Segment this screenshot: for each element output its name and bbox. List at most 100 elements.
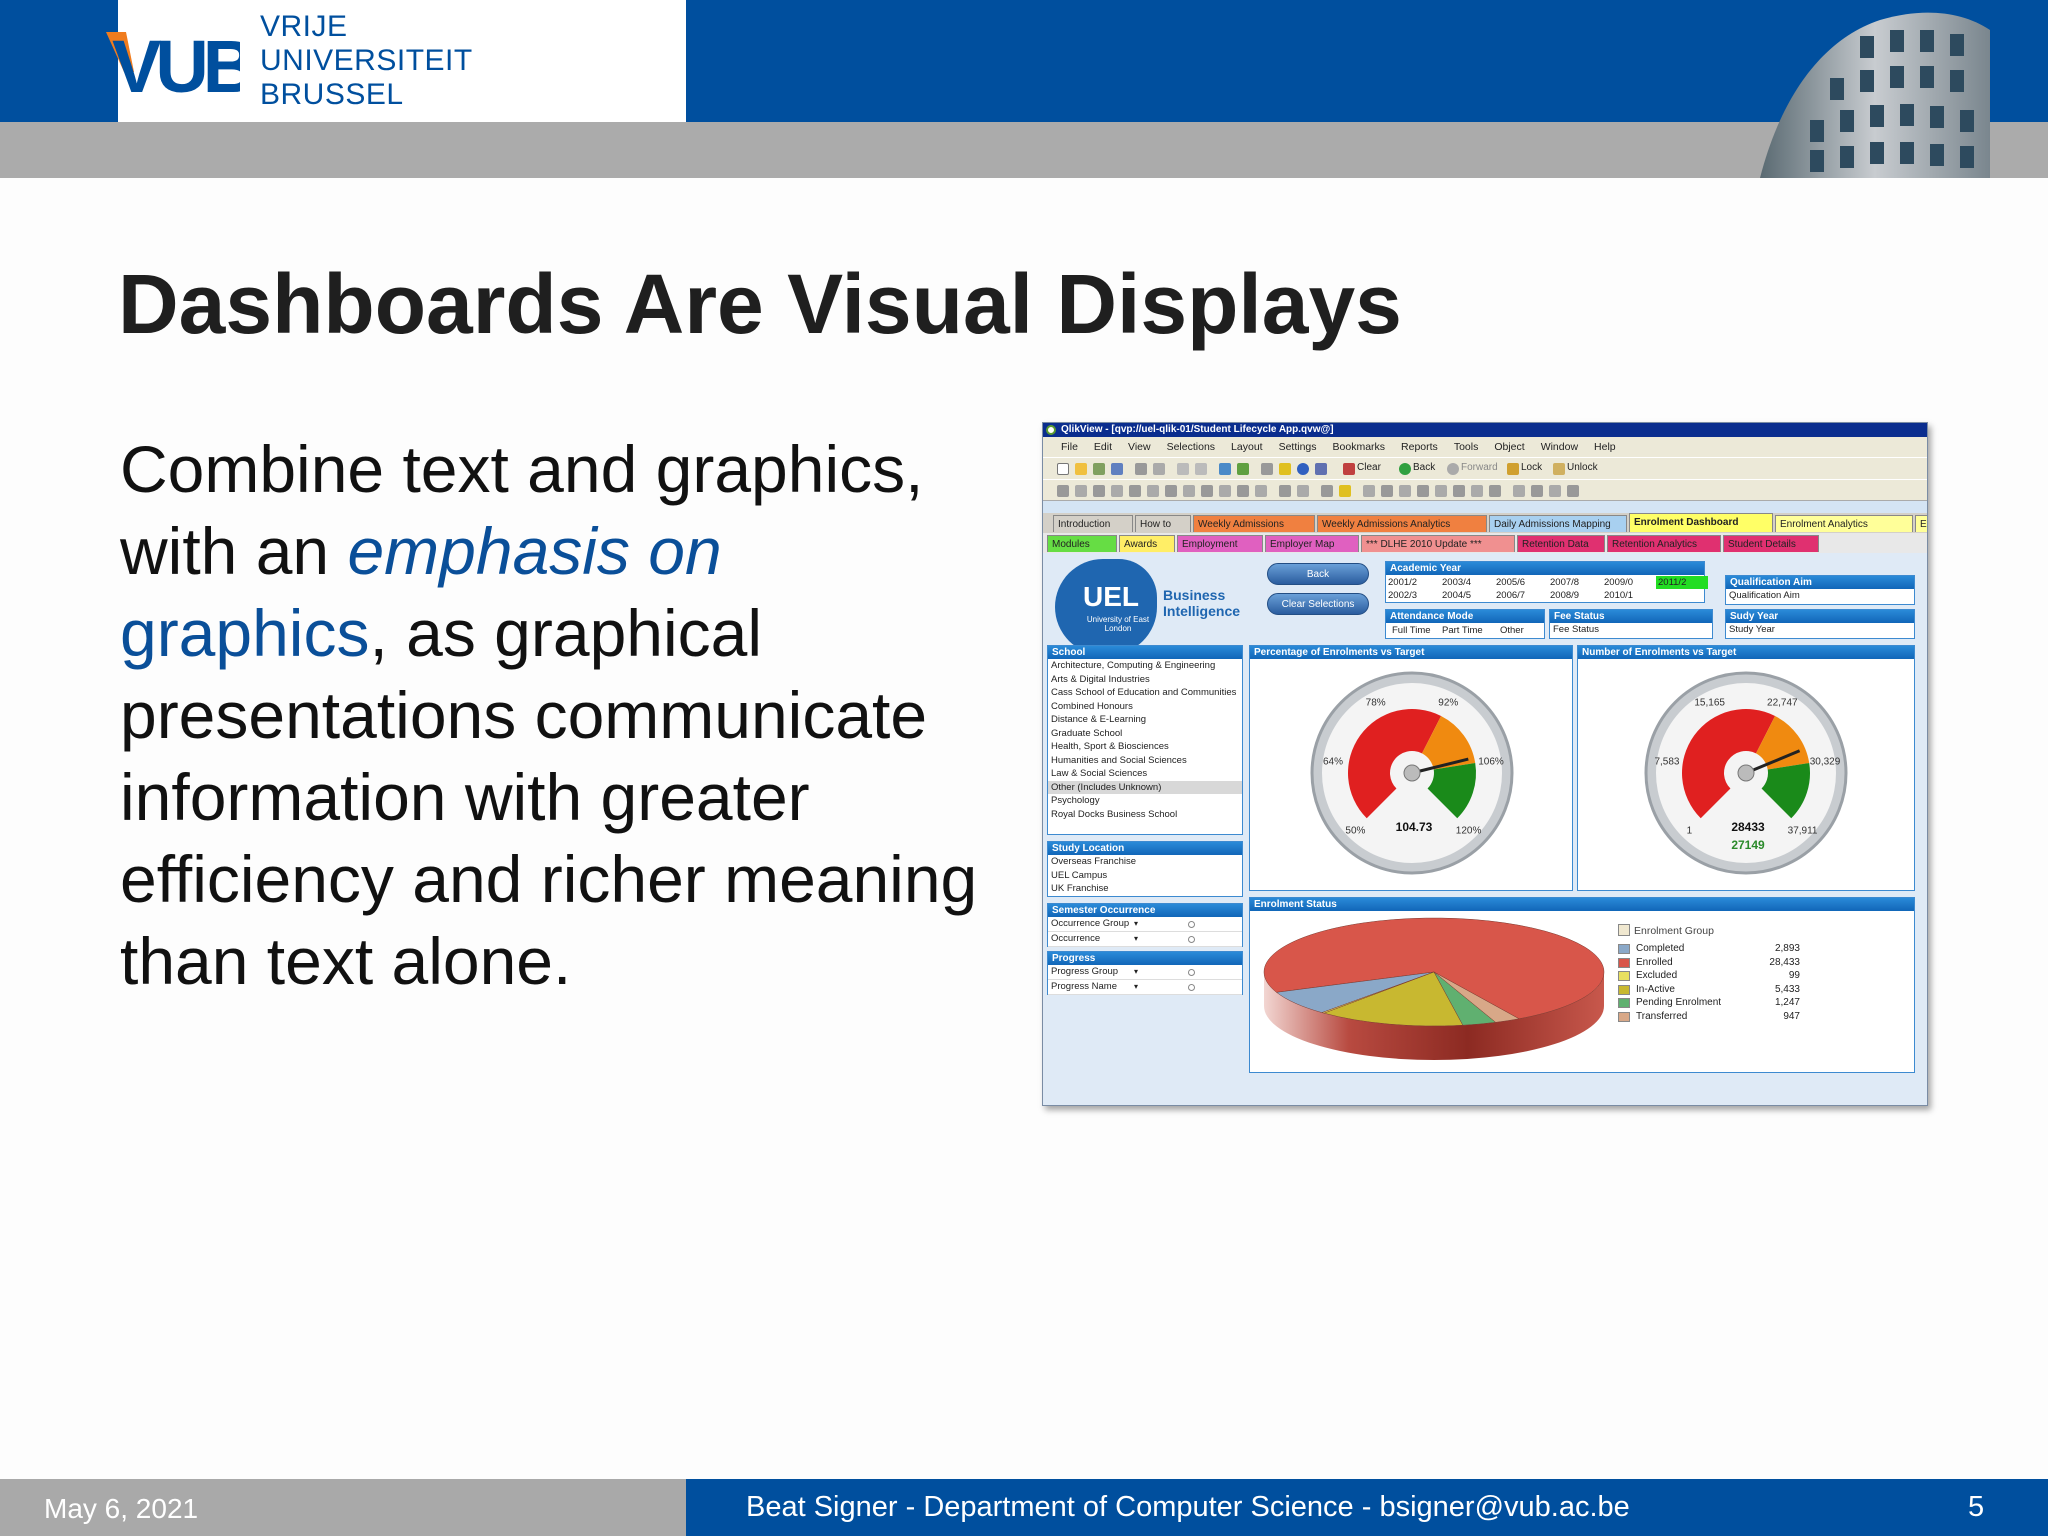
school-item[interactable]: Humanities and Social Sciences xyxy=(1048,754,1242,768)
enrolment-status-chart[interactable]: Enrolment Status Enrolment Group Complet… xyxy=(1249,897,1915,1073)
attendance-option[interactable]: Other xyxy=(1500,624,1524,637)
selections-icon[interactable] xyxy=(1237,463,1249,475)
design-tool-icon[interactable] xyxy=(1057,485,1069,497)
help-icon[interactable] xyxy=(1297,463,1309,475)
legend-item[interactable]: Pending Enrolment 1,247 xyxy=(1618,996,1818,1010)
fee-status-field[interactable]: Fee Status xyxy=(1550,623,1712,637)
unlock-button-label[interactable]: Unlock xyxy=(1567,462,1598,473)
forward-button-label[interactable]: Forward xyxy=(1461,462,1498,473)
dropdown-icon[interactable]: ▾ xyxy=(1134,917,1138,931)
back-button[interactable]: Back xyxy=(1267,563,1369,585)
legend-item[interactable]: Excluded 99 xyxy=(1618,969,1818,983)
study-location-item[interactable]: UK Franchise xyxy=(1048,882,1242,896)
design-tool-icon[interactable] xyxy=(1321,485,1333,497)
lock-button-label[interactable]: Lock xyxy=(1521,462,1542,473)
menu-tools[interactable]: Tools xyxy=(1454,441,1479,453)
align-icon[interactable] xyxy=(1549,485,1561,497)
design-tool-icon[interactable] xyxy=(1201,485,1213,497)
sheet-tab[interactable]: Retention Analytics xyxy=(1607,535,1721,552)
align-icon[interactable] xyxy=(1435,485,1447,497)
sheet-tab[interactable]: Introduction xyxy=(1053,515,1133,532)
attendance-option[interactable]: Part Time xyxy=(1442,624,1483,637)
study-year-field[interactable]: Study Year xyxy=(1726,623,1914,637)
menu-file[interactable]: File xyxy=(1061,441,1078,453)
school-item[interactable]: Combined Honours xyxy=(1048,700,1242,714)
clear-selections-button[interactable]: Clear Selections xyxy=(1267,593,1369,615)
year-cell[interactable]: 2010/1 xyxy=(1604,589,1633,602)
align-icon[interactable] xyxy=(1567,485,1579,497)
new-icon[interactable] xyxy=(1057,463,1069,475)
gauge-number-chart[interactable]: Number of Enrolments vs Target 1 7,583 15,… xyxy=(1577,645,1915,891)
align-icon[interactable] xyxy=(1489,485,1501,497)
legend-item[interactable]: Enrolled 28,433 xyxy=(1618,956,1818,970)
year-cell[interactable]: 2005/6 xyxy=(1496,576,1525,589)
sheet-tab[interactable]: Retention Data xyxy=(1517,535,1605,552)
menu-settings[interactable]: Settings xyxy=(1279,441,1317,453)
design-tool-icon[interactable] xyxy=(1147,485,1159,497)
design-tool-icon[interactable] xyxy=(1093,485,1105,497)
school-item[interactable]: Law & Social Sciences xyxy=(1048,767,1242,781)
clear-button-label[interactable]: Clear xyxy=(1357,462,1381,473)
sheet-tab[interactable]: *** DLHE 2010 Update *** xyxy=(1361,535,1515,552)
school-item[interactable]: Psychology xyxy=(1048,794,1242,808)
school-item[interactable]: Arts & Digital Industries xyxy=(1048,673,1242,687)
menu-bookmarks[interactable]: Bookmarks xyxy=(1333,441,1386,453)
year-cell[interactable]: 2004/5 xyxy=(1442,589,1471,602)
study-location-item[interactable]: UEL Campus xyxy=(1048,869,1242,883)
year-cell[interactable]: 2009/0 xyxy=(1604,576,1633,589)
sheet-tab[interactable]: Employment xyxy=(1177,535,1263,552)
radio-icon[interactable] xyxy=(1188,984,1195,991)
menu-window[interactable]: Window xyxy=(1541,441,1578,453)
design-tool-icon[interactable] xyxy=(1075,485,1087,497)
year-cell-selected[interactable]: 2011/2 xyxy=(1656,576,1708,589)
undo-icon[interactable] xyxy=(1177,463,1189,475)
gauge-percentage-chart[interactable]: Percentage of Enrolments vs Target 50% 64… xyxy=(1249,645,1573,891)
qualification-aim-field[interactable]: Qualification Aim xyxy=(1726,589,1914,603)
design-tool-icon[interactable] xyxy=(1297,485,1309,497)
unlock-icon[interactable] xyxy=(1553,463,1565,475)
menu-help[interactable]: Help xyxy=(1594,441,1616,453)
sheet-tab[interactable]: Awards xyxy=(1119,535,1175,552)
align-icon[interactable] xyxy=(1471,485,1483,497)
design-tool-icon[interactable] xyxy=(1339,485,1351,497)
school-item[interactable]: Royal Docks Business School xyxy=(1048,808,1242,822)
sheet-tab[interactable]: Daily Admissions Mapping xyxy=(1489,515,1627,532)
design-tool-icon[interactable] xyxy=(1111,485,1123,497)
year-cell[interactable]: 2001/2 xyxy=(1388,576,1417,589)
radio-icon[interactable] xyxy=(1188,921,1195,928)
attendance-option[interactable]: Full Time xyxy=(1392,624,1431,637)
dropdown-icon[interactable]: ▾ xyxy=(1134,932,1138,946)
menu-view[interactable]: View xyxy=(1128,441,1151,453)
bookmark-icon[interactable] xyxy=(1279,463,1291,475)
sheet-tab[interactable]: E xyxy=(1915,515,1927,532)
print-pdf-icon[interactable] xyxy=(1153,463,1165,475)
year-cell[interactable]: 2002/3 xyxy=(1388,589,1417,602)
menu-object[interactable]: Object xyxy=(1494,441,1524,453)
align-icon[interactable] xyxy=(1531,485,1543,497)
back-icon[interactable] xyxy=(1399,463,1411,475)
year-cell[interactable]: 2008/9 xyxy=(1550,589,1579,602)
sheet-tab[interactable]: Enrolment Dashboard xyxy=(1629,513,1773,532)
dropdown-icon[interactable]: ▾ xyxy=(1134,965,1138,979)
sheet-tab[interactable]: Weekly Admissions xyxy=(1193,515,1315,532)
design-tool-icon[interactable] xyxy=(1183,485,1195,497)
sheet-tab[interactable]: Weekly Admissions Analytics xyxy=(1317,515,1487,532)
align-icon[interactable] xyxy=(1417,485,1429,497)
year-cell[interactable]: 2006/7 xyxy=(1496,589,1525,602)
menu-selections[interactable]: Selections xyxy=(1167,441,1215,453)
design-tool-icon[interactable] xyxy=(1165,485,1177,497)
study-location-item[interactable]: Overseas Franchise xyxy=(1048,855,1242,869)
sheet-tab[interactable]: Employer Map xyxy=(1265,535,1359,552)
dropdown-icon[interactable]: ▾ xyxy=(1134,980,1138,994)
year-cell[interactable]: 2007/8 xyxy=(1550,576,1579,589)
occurrence-row[interactable]: Occurrence ▾ xyxy=(1048,932,1242,947)
lock-icon[interactable] xyxy=(1507,463,1519,475)
print-icon[interactable] xyxy=(1135,463,1147,475)
radio-icon[interactable] xyxy=(1188,936,1195,943)
search-icon[interactable] xyxy=(1219,463,1231,475)
align-icon[interactable] xyxy=(1513,485,1525,497)
design-tool-icon[interactable] xyxy=(1129,485,1141,497)
design-tool-icon[interactable] xyxy=(1237,485,1249,497)
design-tool-icon[interactable] xyxy=(1219,485,1231,497)
menu-reports[interactable]: Reports xyxy=(1401,441,1438,453)
